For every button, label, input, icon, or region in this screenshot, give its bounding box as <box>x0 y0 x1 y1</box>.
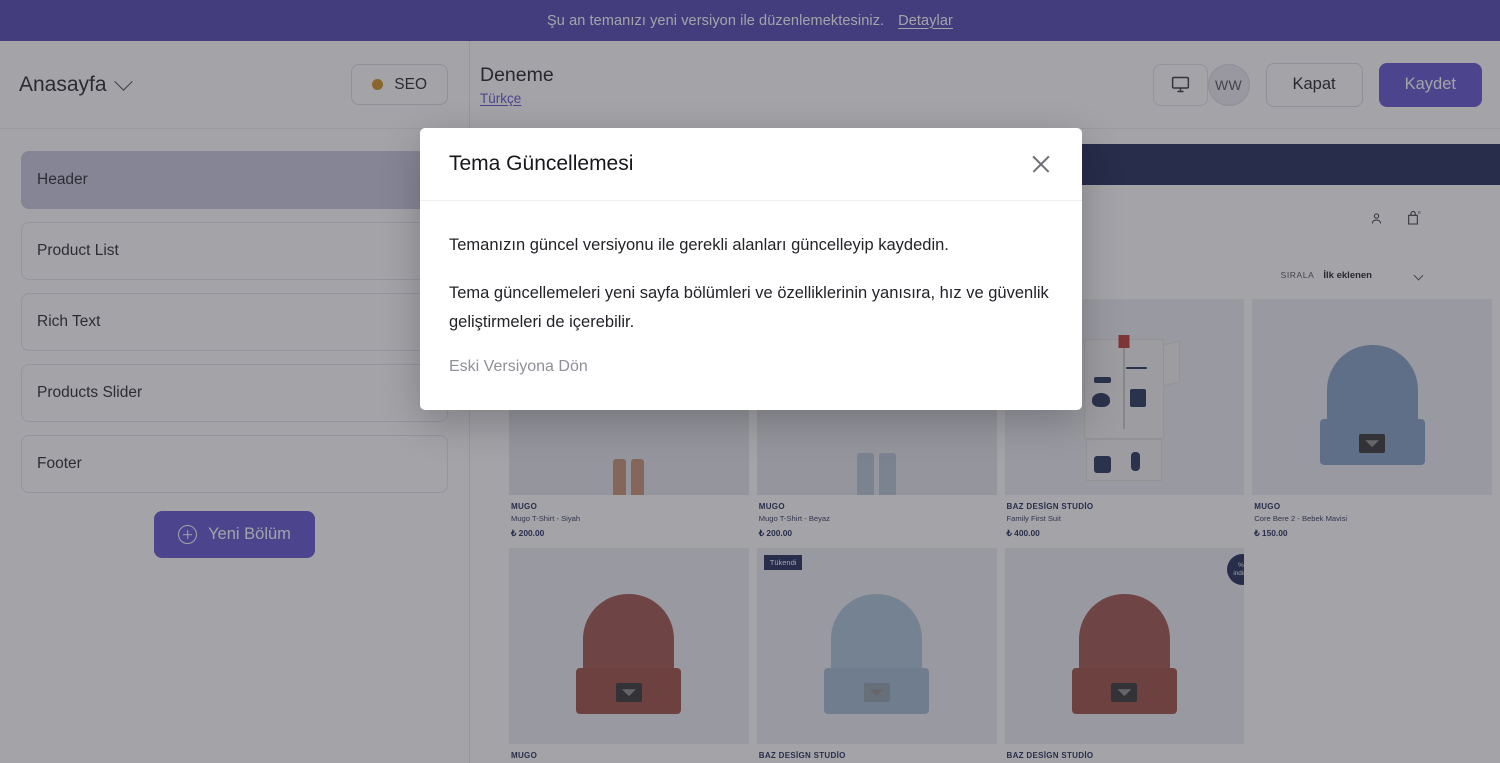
theme-editor-app: Şu an temanızı yeni versiyon ile düzenle… <box>0 0 1500 763</box>
revert-version-link[interactable]: Eski Versiyona Dön <box>449 358 588 376</box>
modal-header: Tema Güncellemesi <box>420 128 1082 201</box>
modal-paragraph-1: Temanızın güncel versiyonu ile gerekli a… <box>449 236 949 254</box>
theme-update-modal: Tema Güncellemesi Temanızın güncel versi… <box>420 128 1082 411</box>
modal-body: Temanızın güncel versiyonu ile gerekli a… <box>420 201 1082 410</box>
close-icon[interactable] <box>1028 151 1054 177</box>
modal-paragraph-2: Tema güncellemeleri yeni sayfa bölümleri… <box>449 284 1049 331</box>
modal-title: Tema Güncellemesi <box>449 152 634 175</box>
